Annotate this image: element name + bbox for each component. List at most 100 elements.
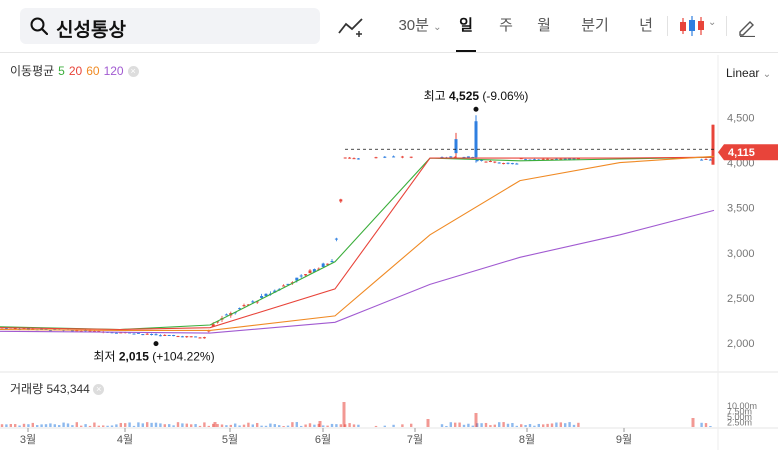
candle-body — [708, 159, 712, 161]
volume-bar — [546, 423, 549, 427]
candle-body — [176, 336, 180, 338]
volume-bar — [528, 424, 532, 427]
volume-bar — [40, 424, 43, 427]
volume-bar — [498, 422, 501, 427]
volume-bar — [242, 424, 246, 427]
volume-bar — [709, 425, 712, 427]
ma-20-line — [0, 156, 715, 331]
x-tick-label: 8월 — [519, 433, 535, 446]
volume-bar — [691, 418, 695, 427]
volume-bar — [533, 425, 536, 427]
candle-body — [409, 156, 413, 158]
low-annotation-change: (+104.22%) — [149, 350, 215, 364]
candle-body — [141, 334, 145, 336]
volume-bar — [141, 423, 144, 427]
volume-bar — [66, 423, 70, 427]
price-chart[interactable]: 2,0002,5003,0003,5004,0004,500 3월 4월 5월 6월 7… — [0, 0, 778, 450]
volume-bar — [216, 424, 219, 427]
volume-bar — [124, 423, 127, 427]
volume-bar — [537, 423, 540, 427]
low-marker — [153, 341, 159, 347]
volume-bar — [454, 422, 457, 427]
candle-body — [392, 156, 396, 158]
volume-bar — [36, 425, 39, 427]
volume-bar — [318, 421, 322, 427]
volume-bar — [181, 423, 184, 427]
volume-bar — [278, 425, 281, 427]
candle-body — [454, 139, 458, 154]
volume-bar — [14, 424, 17, 427]
volume-bar — [229, 424, 232, 427]
volume-bar — [474, 413, 478, 427]
volume-bar — [559, 422, 562, 427]
candle-body — [189, 336, 193, 338]
volume-bar — [110, 425, 114, 427]
volume-tick-label: 2.50m — [727, 418, 752, 428]
volume-bar — [198, 425, 202, 427]
candle-body — [167, 334, 171, 336]
y-tick-label: 3,500 — [727, 203, 755, 215]
volume-bar — [97, 425, 100, 427]
volume-bar — [449, 422, 452, 427]
candle-body — [356, 158, 360, 160]
low-annotation: 최저 2,015 (+104.22%) — [93, 350, 214, 364]
volume-bar — [564, 423, 567, 427]
candle-body — [510, 163, 514, 165]
x-tick-label: 6월 — [315, 433, 331, 446]
volume-bar — [480, 423, 483, 427]
volume-bar — [348, 423, 351, 427]
candle-body — [343, 157, 347, 159]
volume-bar — [203, 422, 206, 427]
volume-bar — [550, 423, 554, 427]
candle-body — [449, 156, 453, 158]
volume-bar — [313, 424, 316, 427]
volume-bar — [220, 424, 224, 427]
volume-bar — [106, 425, 109, 427]
volume-bar — [102, 425, 105, 427]
volume-bar — [304, 424, 307, 427]
candle-body — [321, 263, 325, 267]
y-tick-label: 4,500 — [727, 113, 755, 125]
candle-body — [202, 337, 206, 339]
candle-body — [488, 160, 492, 162]
x-tick-label: 3월 — [20, 433, 36, 446]
volume-bar — [49, 423, 52, 427]
candle-body — [400, 156, 404, 158]
volume-bar — [515, 425, 518, 427]
volume-bar — [238, 425, 241, 427]
volume-bar — [342, 402, 346, 427]
volume-bar — [322, 425, 325, 427]
volume-bar — [467, 423, 470, 427]
candle-body — [524, 159, 528, 161]
candle-body — [546, 158, 550, 160]
volume-bar — [154, 422, 158, 427]
volume-bar — [53, 424, 56, 427]
volume-bar — [88, 425, 92, 427]
volume-bar — [291, 422, 294, 427]
volume-bar — [300, 425, 303, 427]
candle-body — [198, 337, 202, 339]
volume-bar — [704, 423, 708, 427]
volume-bar — [71, 425, 74, 427]
volume-bar — [256, 422, 259, 427]
candle-body — [497, 162, 501, 164]
low-annotation-prefix: 최저 — [93, 350, 115, 364]
low-annotation-value: 2,015 — [116, 350, 150, 364]
volume-bar — [520, 424, 523, 427]
candle-body — [383, 156, 387, 158]
candle-body — [502, 163, 506, 165]
x-tick-label: 4월 — [117, 433, 133, 446]
volume-bar — [410, 423, 413, 427]
candle-body — [299, 275, 303, 277]
volume-bar — [374, 425, 378, 427]
volume-bar — [308, 423, 312, 427]
candle-body — [185, 336, 189, 338]
volume-bar — [392, 424, 395, 427]
volume-bar — [119, 422, 122, 427]
candle-body — [474, 121, 478, 158]
volume-bar — [5, 424, 8, 427]
volume-bar — [357, 424, 360, 427]
high-marker — [473, 106, 479, 112]
volume-bar — [185, 423, 188, 427]
candle-body — [704, 158, 708, 160]
